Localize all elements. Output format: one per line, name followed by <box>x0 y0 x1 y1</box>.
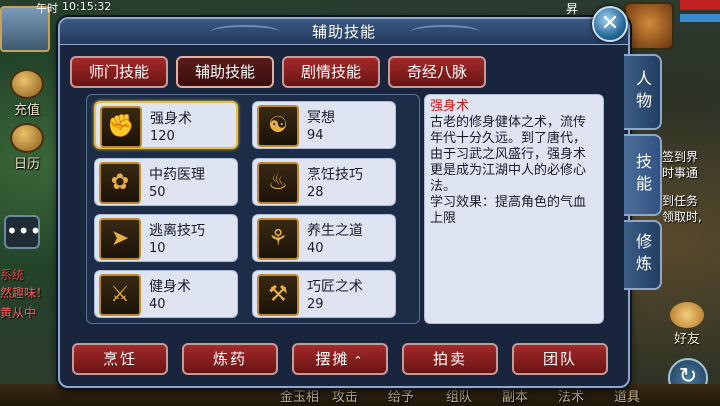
skill-card[interactable]: ⚒ 巧匠之术 29 <box>252 270 396 318</box>
description-effect: 学习效果：提高角色的气血上限 <box>430 195 587 226</box>
panel-title: 辅助技能 <box>311 23 376 41</box>
chat-bubble-icon[interactable]: ••• <box>4 215 41 249</box>
skill-level: 40 <box>307 241 324 256</box>
handshake-icon <box>670 302 704 328</box>
side-tab-cultivation[interactable]: 修炼 <box>624 220 662 290</box>
skill-name: 健身术 <box>149 279 191 295</box>
title-ornament <box>410 25 480 39</box>
side-notice: 到任务 <box>662 194 699 208</box>
bottom-bar-item[interactable]: 组队 <box>446 386 472 405</box>
title-ornament <box>210 25 280 39</box>
skill-card[interactable]: ✊ 强身术 120 <box>94 101 238 149</box>
bottom-bar-item[interactable]: 道具 <box>614 386 640 405</box>
friends-button[interactable]: 好友 <box>662 302 712 347</box>
stall-label: 摆摊 <box>315 350 350 368</box>
skill-name: 逃离技巧 <box>149 223 205 239</box>
cook-button[interactable]: 烹饪 <box>72 343 168 375</box>
skill-description-panel: 强身术 古老的修身健体之术，流传年代十分久远。到了唐代，由于习武之风盛行，强身术… <box>424 94 604 324</box>
tab-school-skills[interactable]: 师门技能 <box>70 56 168 88</box>
herb-icon: ✿ <box>99 162 141 204</box>
description-body: 古老的修身健体之术，流传年代十分久远。到了唐代，由于习武之风盛行，强身术更是成为… <box>430 115 587 194</box>
target-label: 昇 <box>566 2 579 16</box>
bottom-bar-item[interactable]: 攻击 <box>332 386 358 405</box>
tab-auxiliary-skills[interactable]: 辅助技能 <box>176 56 274 88</box>
skill-name: 冥想 <box>307 110 335 126</box>
auction-label: 拍卖 <box>432 350 467 368</box>
time-of-day-label: 午时 <box>36 2 58 15</box>
fitness-icon: ⚔ <box>99 274 141 316</box>
side-tab-skills[interactable]: 技能 <box>624 134 662 216</box>
hp-bar <box>680 0 720 10</box>
bottom-bar-item[interactable]: 给予 <box>388 386 414 405</box>
tab-story-skills[interactable]: 剧情技能 <box>282 56 380 88</box>
skill-level: 94 <box>307 128 324 143</box>
skill-level: 29 <box>307 297 324 312</box>
bottom-bar-item[interactable]: 金玉相 <box>280 386 319 405</box>
side-notice: 签到界 <box>662 150 699 164</box>
bottom-bar-item[interactable]: 法术 <box>558 386 584 405</box>
skill-card[interactable]: ⚘ 养生之道 40 <box>252 214 396 262</box>
skill-card[interactable]: ♨ 烹饪技巧 28 <box>252 158 396 206</box>
skill-card[interactable]: ✿ 中药医理 50 <box>94 158 238 206</box>
team-label: 团队 <box>542 350 577 368</box>
skill-card[interactable]: ⚔ 健身术 40 <box>94 270 238 318</box>
team-button[interactable]: 团队 <box>512 343 608 375</box>
skill-card[interactable]: ☯ 冥想 94 <box>252 101 396 149</box>
skill-name: 中药医理 <box>149 167 205 183</box>
chat-line: 系统 <box>0 268 25 282</box>
escape-icon: ➤ <box>99 218 141 260</box>
skill-level: 40 <box>149 297 166 312</box>
stall-button[interactable]: 摆摊 ⌃ <box>292 343 388 375</box>
tab-meridians[interactable]: 奇经八脉 <box>388 56 486 88</box>
alchemy-label: 炼药 <box>212 350 247 368</box>
skill-name: 巧匠之术 <box>307 279 363 295</box>
recharge-button[interactable]: 充值 <box>4 62 50 118</box>
side-notice: 时事通 <box>662 166 699 180</box>
friends-label: 好友 <box>673 332 700 347</box>
skill-level: 120 <box>150 129 175 144</box>
description-title: 强身术 <box>430 99 470 114</box>
calendar-label: 日历 <box>13 157 40 172</box>
side-tab-character[interactable]: 人物 <box>624 54 662 130</box>
skill-name: 养生之道 <box>307 223 363 239</box>
skill-card[interactable]: ➤ 逃离技巧 10 <box>94 214 238 262</box>
skill-level: 28 <box>307 185 324 200</box>
skill-name: 强身术 <box>150 111 192 127</box>
chat-line: 然趣味！ <box>0 286 49 300</box>
alchemy-button[interactable]: 炼药 <box>182 343 278 375</box>
chat-line: 黄从中 <box>0 306 37 320</box>
meditate-icon: ☯ <box>257 105 299 147</box>
cook-label: 烹饪 <box>102 350 137 368</box>
close-button[interactable]: ✕ <box>592 6 628 42</box>
skill-level: 10 <box>149 241 166 256</box>
craft-icon: ⚒ <box>257 274 299 316</box>
calendar-icon <box>10 123 44 153</box>
mp-bar <box>680 14 720 22</box>
auction-button[interactable]: 拍卖 <box>402 343 498 375</box>
panel-titlebar: 辅助技能 <box>60 19 628 45</box>
recharge-icon <box>10 69 44 99</box>
clock-readout: 10:15:32 <box>62 0 112 13</box>
pet-avatar[interactable] <box>624 2 674 50</box>
skill-name: 烹饪技巧 <box>307 167 363 183</box>
wellness-icon: ⚘ <box>257 218 299 260</box>
bottom-bar-item[interactable]: 副本 <box>502 386 528 405</box>
cooking-icon: ♨ <box>257 162 299 204</box>
skill-level: 50 <box>149 185 166 200</box>
calendar-button[interactable]: 日历 <box>4 116 50 172</box>
side-notice: 领取时, <box>662 210 702 224</box>
fist-icon: ✊ <box>100 106 142 148</box>
chevron-up-icon: ⌃ <box>353 354 365 367</box>
